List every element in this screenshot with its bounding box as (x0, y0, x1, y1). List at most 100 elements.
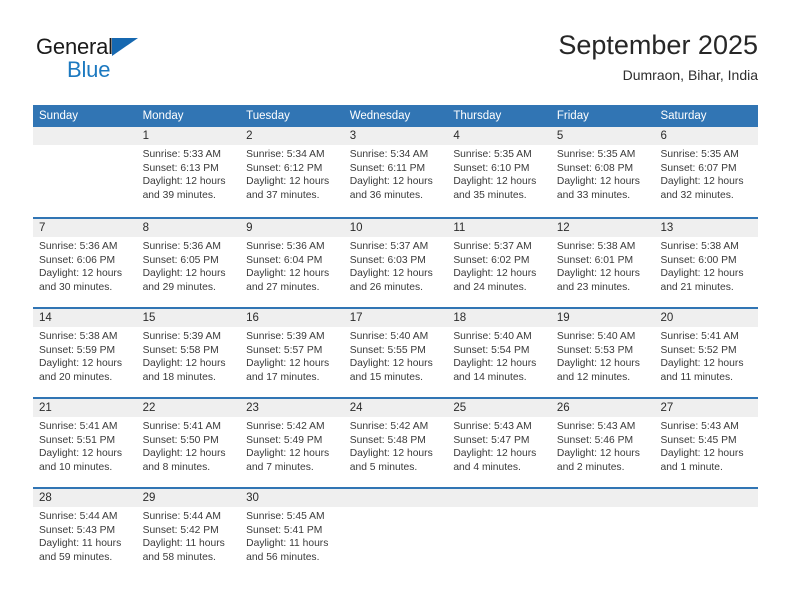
calendar-day-cell-29[interactable]: 29 Sunrise: 5:44 AM Sunset: 5:42 PM Dayligh… (136, 489, 241, 577)
day-detail-body: Sunrise: 5:43 AM Sunset: 5:46 PM Daylight:… (551, 417, 655, 474)
calendar-day-cell-27[interactable]: 27 Sunrise: 5:43 AM Sunset: 5:45 PM Dayligh… (654, 399, 759, 487)
calendar-day-cell-18[interactable]: 18 Sunrise: 5:40 AM Sunset: 5:54 PM Dayligh… (447, 309, 551, 397)
sunset-time: Sunset: 5:41 PM (246, 524, 323, 536)
daylight-duration-line2: and 56 minutes. (246, 551, 320, 563)
day-number: 29 (142, 492, 156, 504)
sunset-time: Sunset: 5:47 PM (453, 434, 530, 446)
calendar-day-cell-11[interactable]: 11 Sunrise: 5:37 AM Sunset: 6:02 PM Dayligh… (447, 219, 551, 307)
weekday-header-sunday: Sunday (39, 110, 79, 122)
day-number: 26 (556, 402, 570, 414)
calendar-day-cell-17[interactable]: 17 Sunrise: 5:40 AM Sunset: 5:55 PM Dayligh… (343, 309, 448, 397)
calendar-day-cell-7[interactable]: 7 Sunrise: 5:36 AM Sunset: 6:06 PM Daylight… (33, 219, 137, 307)
calendar-day-cell-6[interactable]: 6 Sunrise: 5:35 AM Sunset: 6:07 PM Daylight… (654, 127, 759, 217)
sunrise-time: Sunrise: 5:40 AM (349, 331, 429, 342)
calendar-day-cell-24[interactable]: 24 Sunrise: 5:42 AM Sunset: 5:48 PM Dayligh… (343, 399, 448, 487)
day-number: 1 (142, 130, 149, 142)
sunrise-time: Sunrise: 5:39 AM (246, 331, 325, 342)
sunset-time: Sunset: 5:48 PM (349, 434, 426, 446)
day-number: 6 (660, 130, 667, 142)
calendar-day-cell-5[interactable]: 5 Sunrise: 5:35 AM Sunset: 6:08 PM Daylight… (550, 127, 655, 217)
daylight-duration-line1: Daylight: 12 hours (453, 268, 537, 280)
daylight-duration-line1: Daylight: 11 hours (39, 538, 122, 550)
daylight-duration-line1: Daylight: 12 hours (349, 358, 433, 370)
sunrise-time: Sunrise: 5:44 AM (39, 511, 118, 522)
day-detail-body: Sunrise: 5:39 AM Sunset: 5:57 PM Daylight:… (240, 327, 344, 384)
sunrise-time: Sunrise: 5:43 AM (453, 421, 532, 432)
daylight-duration-line2: and 17 minutes. (246, 371, 320, 383)
calendar-day-cell-28[interactable]: 28 Sunrise: 5:44 AM Sunset: 5:43 PM Dayligh… (33, 489, 137, 577)
calendar-week-row: 21 Sunrise: 5:41 AM Sunset: 5:51 PM Dayligh… (33, 397, 759, 487)
day-detail-body: Sunrise: 5:34 AM Sunset: 6:12 PM Daylight:… (240, 145, 344, 202)
day-detail-body: Sunrise: 5:38 AM Sunset: 5:59 PM Daylight:… (33, 327, 137, 384)
day-detail-body: Sunrise: 5:40 AM Sunset: 5:55 PM Daylight:… (344, 327, 448, 384)
day-detail-body: Sunrise: 5:44 AM Sunset: 5:43 PM Daylight:… (33, 507, 137, 564)
sunrise-time: Sunrise: 5:36 AM (246, 241, 325, 252)
calendar-week-row: 28 Sunrise: 5:44 AM Sunset: 5:43 PM Dayligh… (33, 487, 759, 577)
sunset-time: Sunset: 5:42 PM (142, 524, 219, 536)
calendar-day-cell-23[interactable]: 23 Sunrise: 5:42 AM Sunset: 5:49 PM Dayligh… (240, 399, 344, 487)
daylight-duration-line2: and 15 minutes. (349, 371, 424, 383)
day-detail-body: Sunrise: 5:40 AM Sunset: 5:54 PM Daylight:… (447, 327, 551, 384)
calendar-day-cell-16[interactable]: 16 Sunrise: 5:39 AM Sunset: 5:57 PM Dayligh… (240, 309, 344, 397)
calendar-week-inner: 7 Sunrise: 5:36 AM Sunset: 6:06 PM Daylight… (33, 219, 759, 307)
day-detail-body (654, 507, 758, 510)
calendar-day-cell-26[interactable]: 26 Sunrise: 5:43 AM Sunset: 5:46 PM Dayligh… (550, 399, 655, 487)
day-number: 11 (453, 222, 466, 234)
day-number-band: 22 (136, 399, 241, 417)
day-detail-body: Sunrise: 5:44 AM Sunset: 5:42 PM Daylight:… (137, 507, 241, 564)
calendar-day-cell-14[interactable]: 14 Sunrise: 5:38 AM Sunset: 5:59 PM Dayligh… (33, 309, 137, 397)
calendar-day-cell-8[interactable]: 8 Sunrise: 5:36 AM Sunset: 6:05 PM Daylight… (136, 219, 241, 307)
day-number: 5 (556, 130, 564, 142)
weekday-header-tuesday: Tuesday (246, 110, 290, 122)
day-number: 7 (39, 222, 46, 234)
calendar-day-cell-9[interactable]: 9 Sunrise: 5:36 AM Sunset: 6:04 PM Daylight… (240, 219, 344, 307)
day-detail-body: Sunrise: 5:41 AM Sunset: 5:52 PM Daylight:… (654, 327, 758, 384)
calendar-day-cell-13[interactable]: 13 Sunrise: 5:38 AM Sunset: 6:00 PM Dayligh… (654, 219, 759, 307)
calendar-day-cell-empty (447, 489, 551, 577)
daylight-duration-line2: and 20 minutes. (39, 371, 113, 383)
day-number: 12 (556, 222, 570, 234)
daylight-duration-line1: Daylight: 12 hours (556, 268, 640, 280)
day-number-band: 21 (33, 399, 137, 417)
calendar-day-cell-10[interactable]: 10 Sunrise: 5:37 AM Sunset: 6:03 PM Dayligh… (343, 219, 448, 307)
day-number-band: 4 (447, 127, 551, 145)
calendar-day-cell-empty (550, 489, 655, 577)
daylight-duration-line1: Daylight: 12 hours (660, 358, 744, 370)
sunrise-time: Sunrise: 5:36 AM (39, 241, 118, 252)
sunset-time: Sunset: 5:50 PM (142, 434, 219, 446)
day-detail-body (551, 507, 655, 510)
day-number: 30 (246, 492, 259, 504)
weekday-header-friday: Friday (556, 110, 589, 122)
page-header: General Blue September 2025 Dumraon, Bih… (33, 28, 758, 98)
daylight-duration-line1: Daylight: 11 hours (142, 538, 225, 550)
day-number-band: 9 (240, 219, 344, 237)
day-number-band: 11 (447, 219, 551, 237)
daylight-duration-line1: Daylight: 12 hours (453, 358, 537, 370)
calendar-day-cell-30[interactable]: 30 Sunrise: 5:45 AM Sunset: 5:41 PM Dayligh… (240, 489, 344, 577)
daylight-duration-line2: and 29 minutes. (142, 281, 216, 293)
daylight-duration-line1: Daylight: 12 hours (39, 268, 122, 280)
day-detail-body (33, 145, 137, 148)
calendar-day-cell-2[interactable]: 2 Sunrise: 5:34 AM Sunset: 6:12 PM Daylight… (240, 127, 344, 217)
daylight-duration-line1: Daylight: 12 hours (453, 176, 537, 188)
calendar-day-cell-3[interactable]: 3 Sunrise: 5:34 AM Sunset: 6:11 PM Daylight… (343, 127, 448, 217)
calendar-day-cell-4[interactable]: 4 Sunrise: 5:35 AM Sunset: 6:10 PM Daylight… (447, 127, 551, 217)
calendar-day-cell-21[interactable]: 21 Sunrise: 5:41 AM Sunset: 5:51 PM Dayligh… (33, 399, 137, 487)
calendar-day-cell-22[interactable]: 22 Sunrise: 5:41 AM Sunset: 5:50 PM Dayligh… (136, 399, 241, 487)
day-number: 2 (246, 130, 253, 142)
general-blue-logo[interactable]: General Blue (36, 34, 166, 86)
day-detail-body: Sunrise: 5:34 AM Sunset: 6:11 PM Daylight:… (344, 145, 448, 202)
daylight-duration-line1: Daylight: 12 hours (660, 176, 744, 188)
calendar-day-cell-25[interactable]: 25 Sunrise: 5:43 AM Sunset: 5:47 PM Dayligh… (447, 399, 551, 487)
calendar-day-cell-19[interactable]: 19 Sunrise: 5:40 AM Sunset: 5:53 PM Dayligh… (550, 309, 655, 397)
sunset-time: Sunset: 6:05 PM (142, 254, 219, 266)
day-number: 28 (39, 492, 52, 504)
calendar-day-cell-15[interactable]: 15 Sunrise: 5:39 AM Sunset: 5:58 PM Dayligh… (136, 309, 241, 397)
calendar-day-cell-12[interactable]: 12 Sunrise: 5:38 AM Sunset: 6:01 PM Dayligh… (550, 219, 655, 307)
day-number: 27 (660, 402, 674, 414)
calendar-day-cell-1[interactable]: 1 Sunrise: 5:33 AM Sunset: 6:13 PM Daylight… (136, 127, 241, 217)
day-number-band: 26 (550, 399, 655, 417)
day-detail-body: Sunrise: 5:39 AM Sunset: 5:58 PM Daylight:… (137, 327, 241, 384)
calendar-day-cell-20[interactable]: 20 Sunrise: 5:41 AM Sunset: 5:52 PM Dayligh… (654, 309, 759, 397)
weekday-header-monday: Monday (142, 110, 184, 122)
